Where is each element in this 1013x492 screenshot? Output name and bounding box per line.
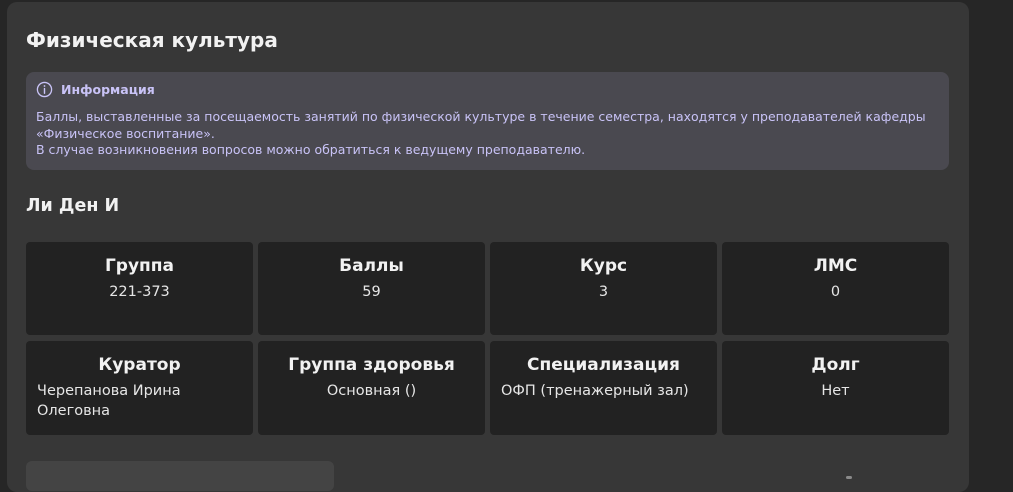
info-header: Информация [36, 81, 155, 98]
info-text: Баллы, выставленные за посещаемость заня… [36, 109, 941, 159]
stat-card-debt: Долг Нет [722, 341, 949, 435]
stat-card-lms: ЛМС 0 [722, 242, 949, 335]
stat-value: 59 [362, 284, 381, 300]
stat-card-course: Курс 3 [490, 242, 717, 335]
stat-card-specialization: Специализация ОФП (тренажерный зал) [490, 341, 717, 435]
stat-label: Баллы [339, 256, 404, 276]
stat-label: Специализация [527, 355, 680, 375]
stat-value: Нет [821, 383, 850, 399]
stat-label: Группа [104, 256, 175, 276]
stat-label: Группа здоровья [288, 355, 455, 375]
info-line: Баллы, выставленные за посещаемость заня… [36, 109, 926, 141]
stat-label: ЛМС [813, 256, 858, 276]
info-title: Информация [61, 82, 155, 97]
stat-card-group: Группа 221-373 [26, 242, 253, 335]
stat-value: ОФП (тренажерный зал) [501, 383, 689, 399]
stats-grid: Группа 221-373 Баллы 59 Курс 3 ЛМС 0 Кур… [26, 242, 949, 435]
stat-card-health-group: Группа здоровья Основная () [258, 341, 485, 435]
stat-value: 221-373 [109, 284, 170, 300]
stat-value: Черепанова Ирина Олеговна [37, 383, 181, 419]
info-line: В случае возникновения вопросов можно об… [36, 142, 586, 157]
stat-value: 0 [830, 284, 841, 300]
stat-label: Курс [579, 256, 628, 276]
stat-label: Куратор [98, 355, 181, 375]
info-box: Информация Баллы, выставленные за посеща… [26, 72, 949, 170]
page-title: Физическая культура [26, 28, 278, 52]
student-name: Ли Ден И [26, 196, 120, 216]
stat-label: Долг [811, 355, 860, 375]
info-circle-icon [36, 81, 53, 98]
stat-value: 3 [598, 284, 609, 300]
next-section-block [26, 461, 334, 491]
stat-value: Основная () [326, 383, 417, 399]
stat-card-points: Баллы 59 [258, 242, 485, 335]
stat-card-curator: Куратор Черепанова Ирина Олеговна [26, 341, 253, 435]
